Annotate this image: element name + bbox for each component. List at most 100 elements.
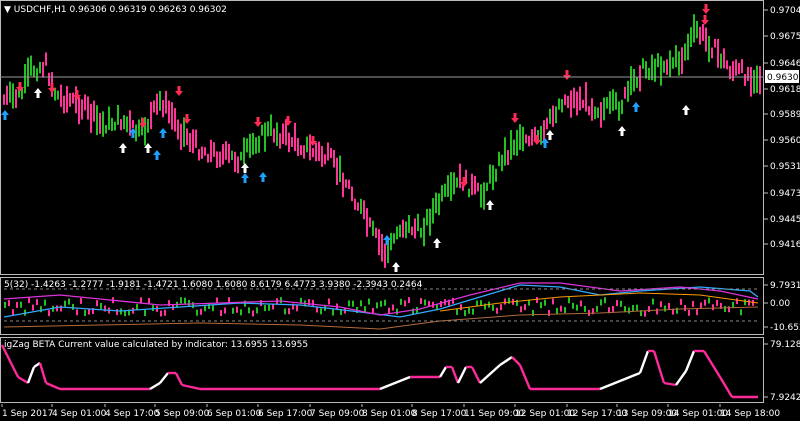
price-candle — [93, 100, 95, 122]
price-chart[interactable]: ▼ USDCHF,H1 0.96306 0.96319 0.96263 0.96… — [0, 0, 800, 276]
price-candle — [330, 147, 332, 159]
price-candle — [207, 153, 209, 163]
price-candle — [522, 126, 524, 152]
price-candle — [150, 101, 152, 130]
price-candle — [351, 186, 353, 202]
osc-bar — [584, 305, 586, 312]
price-candle — [24, 64, 26, 94]
price-candle — [327, 142, 329, 161]
buy-arrow-icon — [546, 130, 554, 140]
price-candle — [402, 219, 404, 238]
osc-bar — [508, 297, 510, 304]
price-chart-pane[interactable]: ▼ USDCHF,H1 0.96306 0.96319 0.96263 0.96… — [0, 0, 800, 276]
price-candle — [84, 94, 86, 111]
price-candle — [255, 137, 257, 154]
osc-bar — [680, 298, 682, 305]
price-candle — [615, 92, 617, 110]
price-candle — [705, 27, 707, 52]
price-candle — [198, 149, 200, 161]
price-candle — [756, 65, 758, 93]
price-candle — [321, 146, 323, 167]
zigzag-header: igZag BETA Current value calculated by i… — [4, 340, 308, 350]
price-candle — [291, 137, 293, 148]
price-candle — [390, 232, 392, 251]
osc-bar — [420, 297, 422, 304]
price-candle — [282, 123, 284, 144]
price-candle — [171, 102, 173, 130]
osc-bar — [268, 304, 270, 311]
price-tick-label: 0.96756 — [770, 32, 800, 42]
price-candle — [246, 138, 248, 153]
price-candle — [315, 142, 317, 162]
price-candle — [336, 157, 338, 186]
osc-bar — [440, 300, 442, 307]
osc-bar — [380, 300, 382, 307]
price-candle — [300, 145, 302, 156]
price-tick-label: 0.95601 — [770, 136, 800, 146]
buy-arrow-icon — [241, 163, 249, 173]
osc-bar — [236, 306, 238, 313]
osc-bar — [500, 304, 502, 311]
buy-arrow-icon — [1, 110, 9, 120]
price-candle — [60, 84, 62, 107]
price-candle — [345, 179, 347, 188]
oscillator-pane[interactable]: 5(32) -1.4263 -1.2777 -1.9181 -1.4721 1.… — [0, 277, 800, 336]
buy-arrow-icon — [159, 128, 167, 138]
osc-bar — [696, 309, 698, 316]
price-candle — [396, 226, 398, 240]
zigzag-segment — [702, 350, 722, 378]
osc-bar — [80, 297, 82, 304]
price-candle — [735, 59, 737, 76]
zigzag-segment — [479, 364, 501, 384]
zigzag-segment — [45, 381, 61, 391]
price-candle — [384, 243, 386, 268]
buy-arrow-icon — [541, 138, 549, 148]
zigzag-pane[interactable]: igZag BETA Current value calculated by i… — [0, 337, 800, 404]
zigzag-segment — [663, 381, 677, 387]
osc-bar — [384, 299, 386, 306]
price-candle — [177, 119, 179, 140]
price-candle — [528, 135, 530, 147]
price-candle — [210, 139, 212, 163]
price-candle — [501, 154, 503, 172]
price-candle — [480, 184, 482, 208]
price-candle — [723, 48, 725, 69]
osc-bar — [68, 298, 70, 305]
price-candle — [684, 43, 686, 61]
osc-bar — [716, 299, 718, 306]
buy-arrow-icon — [682, 105, 690, 115]
osc-bar — [264, 305, 266, 312]
price-candle — [156, 93, 158, 115]
price-candle — [57, 90, 59, 100]
price-candle — [225, 141, 227, 160]
osc-bar — [684, 305, 686, 312]
osc-bar — [184, 297, 186, 304]
price-candle — [627, 80, 629, 102]
price-candle — [687, 33, 689, 61]
osc-bar — [688, 309, 690, 316]
price-candle — [102, 111, 104, 137]
price-candle — [474, 175, 476, 195]
price-candle — [702, 23, 704, 41]
osc-bar — [240, 309, 242, 316]
osc-bar — [192, 302, 194, 309]
zigzag-chart[interactable]: igZag BETA Current value calculated by i… — [0, 337, 800, 404]
zigzag-segment — [684, 350, 696, 372]
price-candle — [249, 133, 251, 158]
osc-bar — [148, 298, 150, 305]
price-candle — [576, 91, 578, 116]
osc-bar — [740, 309, 742, 316]
price-candle — [645, 61, 647, 79]
price-candle — [597, 107, 599, 119]
osc-bar — [656, 308, 658, 315]
zigzag-segment — [470, 366, 482, 384]
oscillator-chart[interactable]: 5(32) -1.4263 -1.2777 -1.9181 -1.4721 1.… — [0, 277, 800, 336]
osc-bar — [284, 308, 286, 315]
price-candle — [666, 59, 668, 75]
price-tick-label: 0.94161 — [770, 240, 800, 250]
osc-bar — [40, 306, 42, 313]
price-candle — [273, 128, 275, 143]
price-candle — [69, 93, 71, 107]
osc-bar — [296, 305, 298, 312]
price-candle — [495, 168, 497, 182]
